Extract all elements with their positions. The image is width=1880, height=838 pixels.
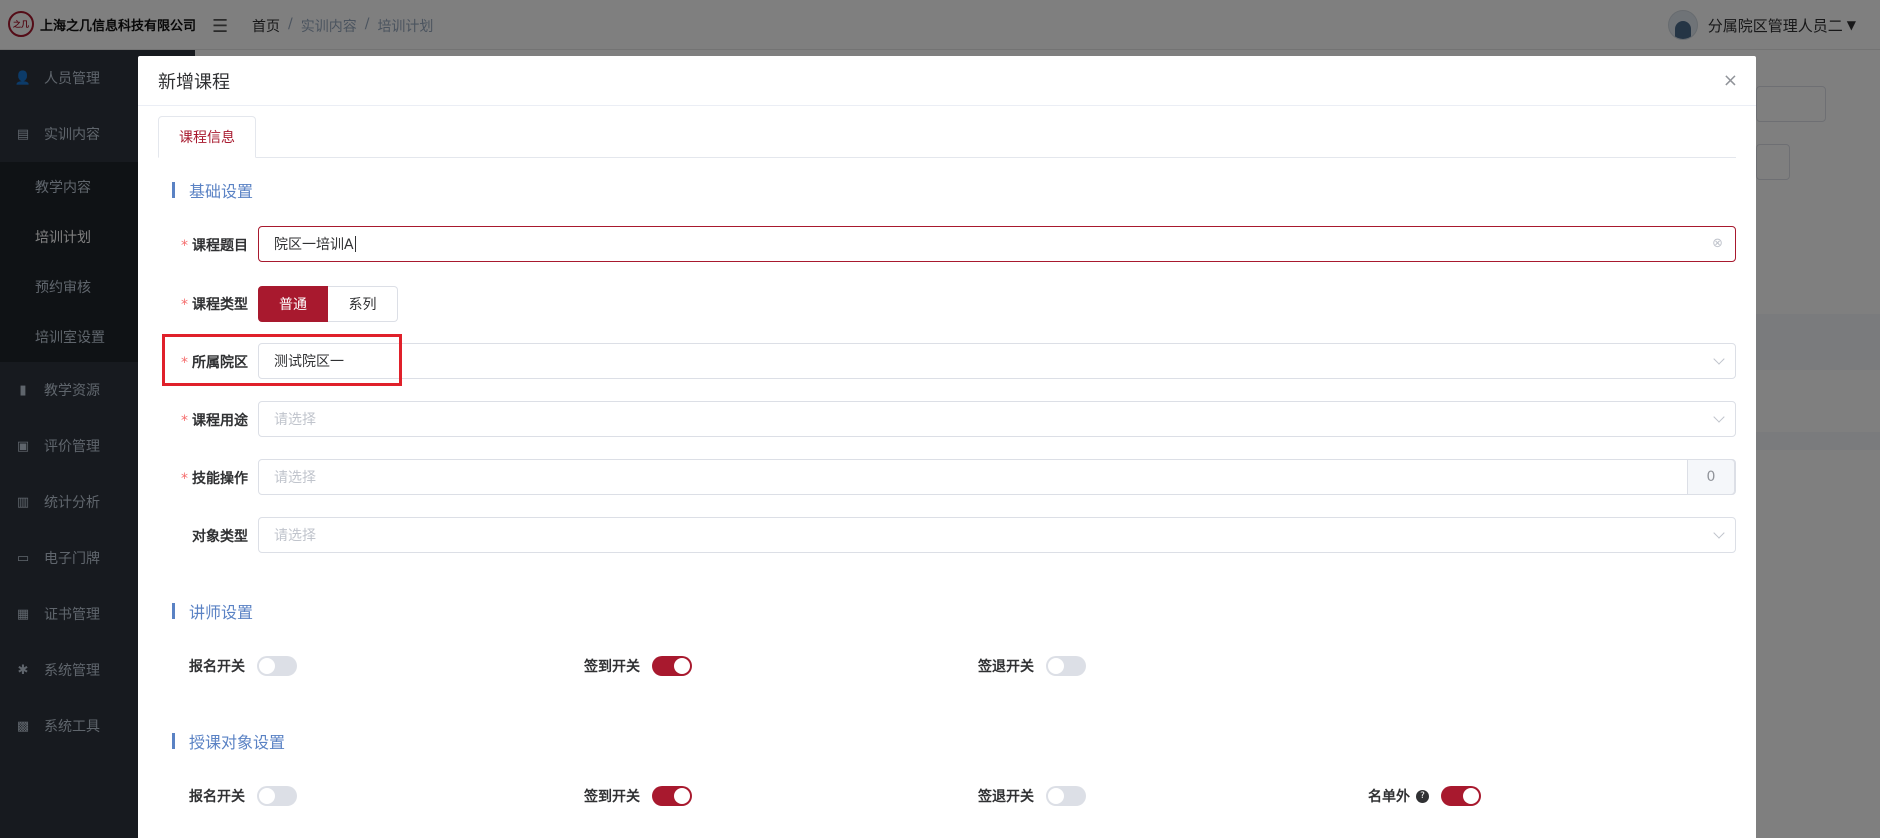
skill-placeholder: 请选择 <box>274 470 316 486</box>
field-label-purpose: * 课程用途 <box>181 413 248 429</box>
tab-course-info[interactable]: 课程信息 <box>158 116 256 158</box>
purpose-placeholder: 请选择 <box>274 412 316 428</box>
field-label-skill: * 技能操作 <box>181 471 248 487</box>
course-type-radio-group: 普通 系列 <box>258 286 398 322</box>
switch-label: 签到开关 <box>584 659 640 675</box>
field-label-object-type: 对象类型 <box>192 529 248 545</box>
chevron-down-icon <box>1713 527 1725 539</box>
object-type-placeholder: 请选择 <box>274 528 316 544</box>
teacher-signup-switch[interactable] <box>257 656 297 676</box>
required-mark: * <box>181 471 188 487</box>
target-signup-switch[interactable] <box>257 786 297 806</box>
course-title-input[interactable]: 院区一培训A ⊗ <box>258 226 1736 262</box>
skill-count: 0 <box>1687 459 1735 495</box>
target-outside-list-switch[interactable] <box>1441 786 1481 806</box>
course-title-value: 院区一培训A <box>274 237 354 253</box>
help-icon[interactable]: ? <box>1416 789 1429 803</box>
target-signup-switch-row: 报名开关 <box>189 786 297 806</box>
switch-label: 报名开关 <box>189 789 245 805</box>
switch-label: 签退开关 <box>978 659 1034 675</box>
section-teacher-settings: 讲师设置 <box>172 599 253 623</box>
teacher-checkout-switch-row: 签退开关 <box>978 656 1086 676</box>
section-target-settings: 授课对象设置 <box>172 729 285 753</box>
target-checkin-switch-row: 签到开关 <box>584 786 692 806</box>
field-label-course-type: * 课程类型 <box>181 297 248 313</box>
required-mark: * <box>181 413 188 429</box>
switch-label: 签退开关 <box>978 789 1034 805</box>
field-label-course-title: * 课程题目 <box>181 238 248 254</box>
course-type-series-button[interactable]: 系列 <box>328 286 398 322</box>
close-icon[interactable]: × <box>1723 72 1738 90</box>
object-type-select[interactable]: 请选择 <box>258 517 1736 553</box>
add-course-dialog: 新增课程 × 课程信息 基础设置 * 课程题目 院区一培训A ⊗ * 课程类型 普通… <box>138 56 1756 838</box>
teacher-checkout-switch[interactable] <box>1046 656 1086 676</box>
course-type-normal-button[interactable]: 普通 <box>258 286 328 322</box>
chevron-down-icon <box>1713 353 1725 365</box>
campus-select[interactable]: 测试院区一 <box>258 343 1736 379</box>
clear-icon[interactable]: ⊗ <box>1712 236 1723 251</box>
teacher-signup-switch-row: 报名开关 <box>189 656 297 676</box>
required-mark: * <box>181 238 188 254</box>
required-mark: * <box>181 297 188 313</box>
dialog-title: 新增课程 <box>158 71 230 93</box>
switch-label: 名单外 <box>1368 789 1410 805</box>
target-checkout-switch[interactable] <box>1046 786 1086 806</box>
skill-select[interactable]: 请选择 0 <box>258 459 1736 495</box>
dialog-header: 新增课程 × <box>138 56 1756 106</box>
chevron-down-icon <box>1713 411 1725 423</box>
section-basic-settings: 基础设置 <box>172 178 253 202</box>
teacher-checkin-switch[interactable] <box>652 656 692 676</box>
switch-label: 签到开关 <box>584 789 640 805</box>
target-checkin-switch[interactable] <box>652 786 692 806</box>
teacher-checkin-switch-row: 签到开关 <box>584 656 692 676</box>
target-checkout-switch-row: 签退开关 <box>978 786 1086 806</box>
highlight-box <box>162 334 402 386</box>
purpose-select[interactable]: 请选择 <box>258 401 1736 437</box>
switch-label: 报名开关 <box>189 659 245 675</box>
dialog-tabs: 课程信息 <box>158 116 1736 158</box>
target-outside-list-switch-row: 名单外 ? <box>1368 786 1481 806</box>
